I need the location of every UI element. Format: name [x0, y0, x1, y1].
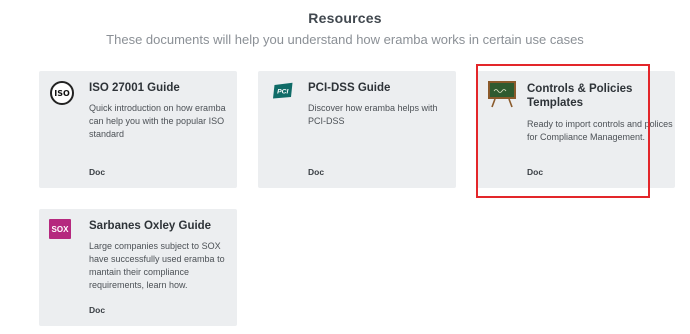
chalkboard-icon	[488, 81, 516, 108]
page-subtitle: These documents will help you understand…	[106, 32, 584, 47]
resource-card-sox[interactable]: SOX Sarbanes Oxley Guide Large companies…	[39, 209, 237, 326]
sox-logo-text: SOX	[51, 224, 69, 234]
card-description: Quick introduction on how eramba can hel…	[89, 103, 226, 139]
iso-logo-icon: ISO	[50, 81, 74, 105]
resource-card-controls-policies[interactable]: Controls & Policies Templates Ready to i…	[477, 71, 675, 188]
card-type-label: Doc	[527, 167, 544, 177]
card-title[interactable]: Sarbanes Oxley Guide	[89, 219, 234, 233]
page-title: Resources	[308, 10, 382, 26]
card-description: Large companies subject to SOX have succ…	[89, 241, 225, 290]
pci-logo-text: PCI	[277, 88, 288, 95]
iso-logo-text: ISO	[54, 88, 70, 98]
card-type-label: Doc	[89, 305, 106, 315]
card-title[interactable]: Controls & Policies Templates	[527, 82, 672, 110]
sox-logo-icon: SOX	[49, 219, 71, 239]
resource-card-pci[interactable]: PCI PCI-DSS Guide Discover how eramba he…	[258, 71, 456, 188]
card-title[interactable]: ISO 27001 Guide	[89, 81, 234, 95]
card-type-label: Doc	[308, 167, 325, 177]
card-title[interactable]: PCI-DSS Guide	[308, 81, 453, 95]
card-type-label: Doc	[89, 167, 106, 177]
pci-logo-icon: PCI	[273, 82, 293, 99]
card-description: Ready to import controls and polices for…	[527, 119, 673, 142]
card-description: Discover how eramba helps with PCI-DSS	[308, 103, 438, 126]
resource-card-iso[interactable]: ISO ISO 27001 Guide Quick introduction o…	[39, 71, 237, 188]
